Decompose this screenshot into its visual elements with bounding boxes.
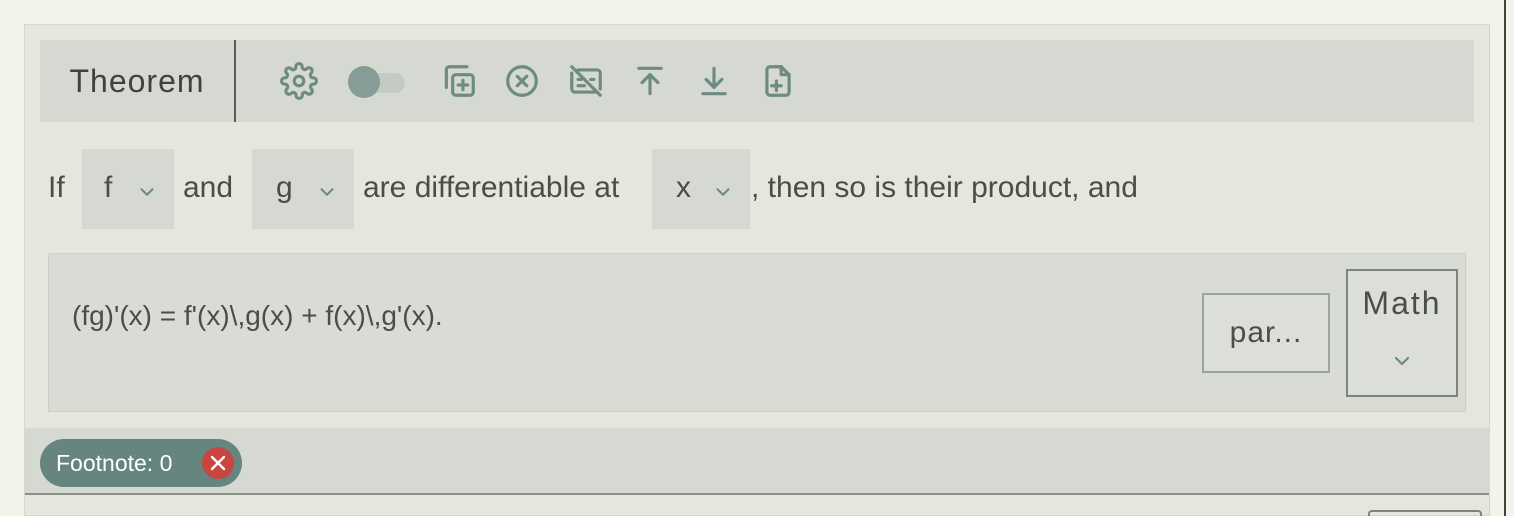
variable-select-value: f (104, 171, 113, 204)
toggle-knob (348, 66, 380, 98)
chevron-down-icon (712, 177, 734, 199)
delete-circle-x-icon[interactable] (503, 62, 541, 100)
chevron-down-icon (136, 177, 158, 199)
chevron-down-icon (316, 177, 338, 199)
block-footer: Footnote: 0 (25, 428, 1489, 495)
math-type-select[interactable]: Math (1346, 269, 1458, 397)
variable-select-g[interactable]: g (252, 149, 354, 229)
statement-text: If (48, 171, 65, 204)
block-toolbar: Theorem (40, 40, 1474, 122)
window-edge (1504, 0, 1506, 516)
footnote-badge[interactable]: Footnote: 0 (40, 439, 242, 487)
variable-select-f[interactable]: f (82, 149, 174, 229)
move-down-icon[interactable] (695, 62, 733, 100)
statement-text: are differentiable at (363, 171, 620, 204)
theorem-statement: If f and g are differentiable at x , the… (25, 145, 1491, 233)
math-display-block[interactable]: (fg)'(x) = f'(x)\,g(x) + f(x)\,g'(x). pa… (48, 253, 1466, 412)
footnote-label: Footnote: 0 (56, 450, 173, 476)
move-up-icon[interactable] (631, 62, 669, 100)
variable-select-value: x (676, 171, 691, 204)
paragraph-button[interactable]: par... (1202, 293, 1330, 373)
statement-text: , then so is their product, and (751, 171, 1138, 204)
duplicate-icon[interactable] (440, 62, 478, 100)
chevron-down-icon (1390, 349, 1414, 373)
math-formula[interactable]: (fg)'(x) = f'(x)\,g(x) + f(x)\,g'(x). (72, 300, 443, 332)
toggle-switch[interactable] (347, 65, 407, 99)
math-type-label: Math (1362, 285, 1442, 321)
next-block-edge (1368, 510, 1482, 516)
theorem-block: Theorem If f and g are differentiable at… (24, 24, 1490, 516)
add-file-icon[interactable] (759, 62, 797, 100)
statement-text: and (183, 171, 234, 204)
settings-gear-icon[interactable] (280, 62, 318, 100)
close-icon[interactable] (202, 447, 234, 479)
environment-label: Theorem (40, 40, 236, 122)
hide-caption-icon[interactable] (567, 62, 605, 100)
variable-select-x[interactable]: x (652, 149, 750, 229)
variable-select-value: g (276, 171, 293, 204)
